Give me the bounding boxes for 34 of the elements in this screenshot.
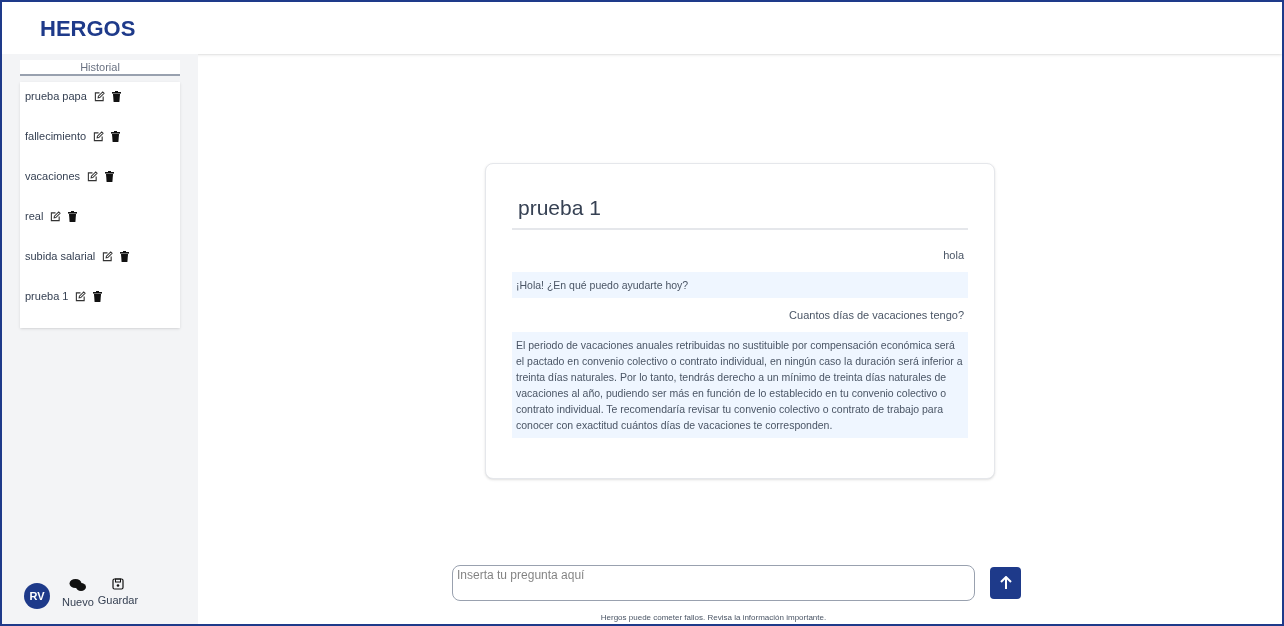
trash-icon[interactable] [68,210,78,222]
question-input[interactable]: Inserta tu pregunta aquí [452,565,975,601]
edit-icon[interactable] [93,90,105,102]
send-button[interactable] [990,567,1021,599]
chat-bubbles-icon [68,577,87,592]
history-item[interactable]: real [25,207,44,225]
edit-icon[interactable] [102,250,114,262]
save-button[interactable]: Guardar [97,577,139,610]
disclaimer-text: Hergos puede cometer fallos. Revisa la información importante. [600,612,827,624]
user-message: Cuantos días de vacaciones tengo? [788,307,965,323]
arrow-up-icon [999,576,1012,590]
assistant-message: ¡Hola! ¿En qué puedo ayudarte hoy? [512,271,968,298]
edit-icon[interactable] [87,170,99,182]
history-item[interactable]: prueba papa [25,87,87,105]
history-title: Historial [20,60,180,76]
history-item[interactable]: subida salarial [25,247,96,265]
trash-icon[interactable] [105,170,115,182]
app-logo: HERGOS [40,14,136,43]
history-item[interactable]: fallecimiento [25,127,87,145]
new-chat-button[interactable]: Nuevo [62,577,94,610]
edit-icon[interactable] [93,130,105,142]
history-item[interactable]: vacaciones [25,167,81,185]
user-avatar[interactable]: RV [24,583,50,609]
trash-icon[interactable] [111,90,121,102]
trash-icon[interactable] [120,250,130,262]
assistant-message: El periodo de vacaciones anuales retribuidas no sustituible por compensación económica será el pactado en convenio colectivo o contrato individual, en ningún caso la duración será inferior a treinta días naturales. Por lo tanto, tendrás derecho a un mínimo de treinta días naturales de vacaciones al año, pudiendo ser más en función de lo establecido en tu convenio colectivo o contrato individual. Te recomendaría revisar tu convenio colectivo o contrato de trabajo para conocer con exactitud cuántos días de vacaciones te corresponden. [512,331,968,438]
trash-icon[interactable] [111,130,121,142]
user-message: hola [942,247,965,263]
chat-title: prueba 1 [512,192,968,230]
save-icon [111,577,124,590]
trash-icon[interactable] [93,290,103,302]
history-item[interactable]: prueba 1 [25,287,69,305]
edit-icon[interactable] [50,210,62,222]
edit-icon[interactable] [75,290,87,302]
